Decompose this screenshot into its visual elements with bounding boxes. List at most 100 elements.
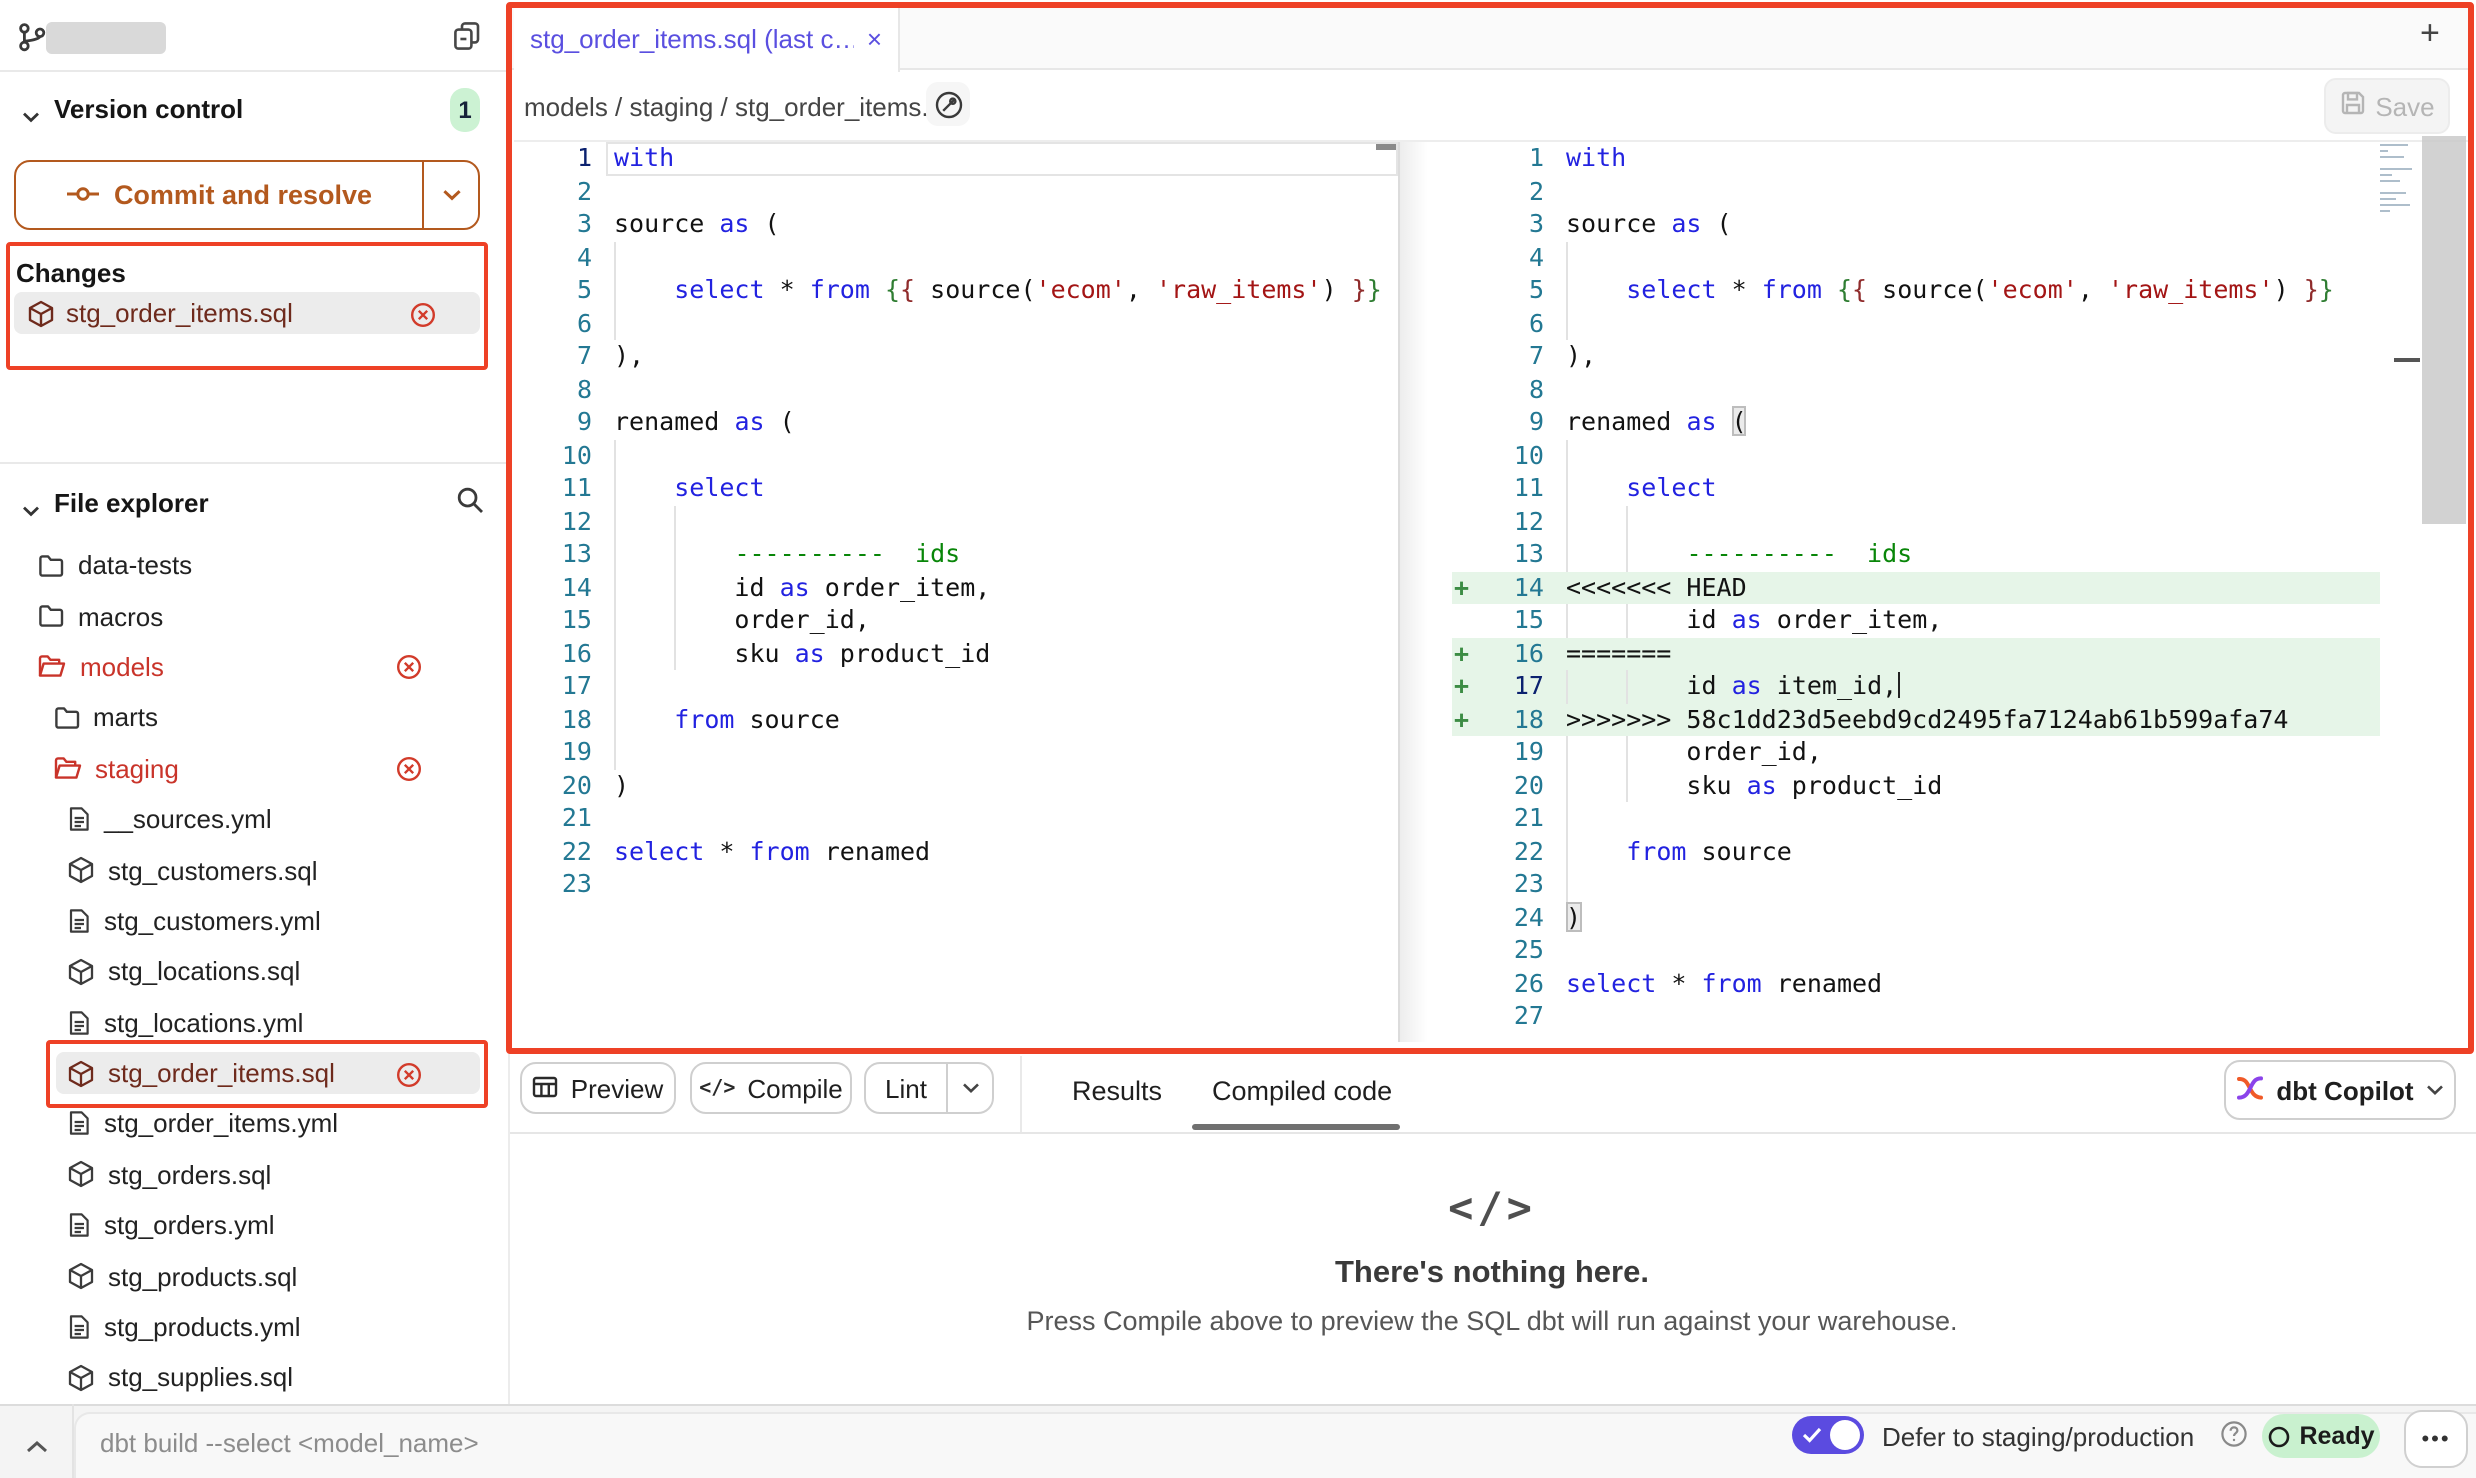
code-line[interactable]: +16=======: [1452, 637, 2380, 670]
file-row[interactable]: stg_locations.sql: [0, 946, 508, 997]
file-row[interactable]: models: [0, 642, 508, 693]
code-line[interactable]: 26select * from renamed: [1452, 967, 2380, 1000]
file-row[interactable]: stg_orders.yml: [0, 1200, 508, 1251]
search-icon[interactable]: [456, 486, 484, 524]
code-line[interactable]: 19 order_id,: [1452, 736, 2380, 769]
discard-change-icon[interactable]: [396, 655, 422, 687]
code-line[interactable]: +17 id as item_id,: [1452, 670, 2380, 703]
code-line[interactable]: 14 id as order_item,: [514, 571, 1398, 604]
more-options-button[interactable]: •••: [2404, 1410, 2468, 1468]
file-row[interactable]: __sources.yml: [0, 794, 508, 845]
left-scrollbar-thumb[interactable]: [1376, 144, 1396, 150]
code-line[interactable]: 15 id as order_item,: [1452, 604, 2380, 637]
preview-button[interactable]: Preview: [520, 1062, 676, 1114]
code-line[interactable]: 7),: [514, 340, 1398, 373]
help-icon[interactable]: [2220, 1420, 2248, 1458]
code-line[interactable]: 4: [1452, 241, 2380, 274]
code-line[interactable]: 3source as (: [1452, 208, 2380, 241]
defer-toggle[interactable]: [1792, 1416, 1864, 1454]
lint-button[interactable]: Lint: [864, 1062, 994, 1114]
file-row[interactable]: stg_products.sql: [0, 1251, 508, 1302]
file-row[interactable]: stg_customers.sql: [0, 845, 508, 896]
file-row[interactable]: stg_products.yml: [0, 1302, 508, 1353]
copy-icon[interactable]: [452, 20, 482, 62]
code-line[interactable]: 17: [514, 670, 1398, 703]
changed-file-row[interactable]: stg_order_items.sql: [14, 292, 480, 334]
file-row[interactable]: stg_orders.sql: [0, 1149, 508, 1200]
code-line[interactable]: 25: [1452, 934, 2380, 967]
chevron-up-icon[interactable]: [26, 1428, 48, 1464]
code-line[interactable]: 13 ---------- ids: [1452, 538, 2380, 571]
code-line[interactable]: 3source as (: [514, 208, 1398, 241]
code-line[interactable]: 20 sku as product_id: [1452, 769, 2380, 802]
lint-dropdown-button[interactable]: [946, 1064, 992, 1112]
code-line[interactable]: 15 order_id,: [514, 604, 1398, 637]
code-line[interactable]: 6: [1452, 307, 2380, 340]
file-row[interactable]: stg_locations.yml: [0, 997, 508, 1048]
code-line[interactable]: 13 ---------- ids: [514, 538, 1398, 571]
code-line[interactable]: 7),: [1452, 340, 2380, 373]
code-line[interactable]: 6: [514, 307, 1398, 340]
code-line[interactable]: 27: [1452, 1000, 2380, 1033]
code-line[interactable]: +14<<<<<<< HEAD: [1452, 571, 2380, 604]
tab-results[interactable]: Results: [1072, 1076, 1162, 1106]
file-row[interactable]: macros: [0, 591, 508, 642]
code-line[interactable]: 20): [514, 769, 1398, 802]
code-line[interactable]: 16 sku as product_id: [514, 637, 1398, 670]
file-row[interactable]: stg_supplies.sql: [0, 1353, 508, 1401]
code-line[interactable]: 22 from source: [1452, 835, 2380, 868]
code-line[interactable]: 9renamed as (: [1452, 406, 2380, 439]
code-line[interactable]: 12: [514, 505, 1398, 538]
code-line[interactable]: 4: [514, 241, 1398, 274]
breadcrumb[interactable]: models / staging / stg_order_items.sql: [524, 92, 962, 122]
code-line[interactable]: 1with: [514, 142, 1398, 175]
code-line[interactable]: 1with: [1452, 142, 2380, 175]
editor-pane-left[interactable]: 1with23source as (45 select * from {{ so…: [514, 142, 1398, 901]
file-row[interactable]: stg_customers.yml: [0, 895, 508, 946]
discard-change-icon[interactable]: [410, 301, 436, 337]
tab-close-icon[interactable]: ×: [867, 23, 882, 53]
chevron-down-icon[interactable]: [22, 492, 40, 528]
tab-compiled-code[interactable]: Compiled code: [1212, 1076, 1392, 1106]
commit-dropdown-button[interactable]: [422, 162, 478, 228]
file-row[interactable]: stg_order_items.yml: [0, 1099, 508, 1150]
status-badge-ready[interactable]: Ready: [2262, 1414, 2380, 1458]
code-line[interactable]: 23: [514, 868, 1398, 901]
new-tab-button[interactable]: +: [2420, 14, 2440, 54]
discard-change-icon[interactable]: [396, 757, 422, 789]
commit-and-resolve-button[interactable]: Commit and resolve: [14, 160, 480, 230]
code-line[interactable]: 2: [1452, 175, 2380, 208]
code-line[interactable]: 5 select * from {{ source('ecom', 'raw_i…: [514, 274, 1398, 307]
right-scrollbar-thumb[interactable]: [2422, 136, 2466, 524]
code-line[interactable]: 2: [514, 175, 1398, 208]
file-row[interactable]: data-tests: [0, 540, 508, 591]
code-line[interactable]: 8: [514, 373, 1398, 406]
code-line[interactable]: 9renamed as (: [514, 406, 1398, 439]
compile-button[interactable]: </> Compile: [690, 1062, 852, 1114]
code-line[interactable]: 8: [1452, 373, 2380, 406]
file-row[interactable]: staging: [0, 743, 508, 794]
code-line[interactable]: 22select * from renamed: [514, 835, 1398, 868]
chevron-down-icon[interactable]: [22, 98, 40, 134]
code-line[interactable]: 18 from source: [514, 703, 1398, 736]
code-line[interactable]: 23: [1452, 868, 2380, 901]
file-row[interactable]: stg_order_items.sql: [0, 1048, 508, 1099]
discard-change-icon[interactable]: [396, 1061, 422, 1093]
code-line[interactable]: 11 select: [1452, 472, 2380, 505]
code-line[interactable]: +18>>>>>>> 58c1dd23d5eebd9cd2495fa7124ab…: [1452, 703, 2380, 736]
file-row[interactable]: marts: [0, 692, 508, 743]
code-line[interactable]: 21: [1452, 802, 2380, 835]
code-line[interactable]: 5 select * from {{ source('ecom', 'raw_i…: [1452, 274, 2380, 307]
lineage-icon[interactable]: [926, 82, 970, 126]
code-line[interactable]: 10: [1452, 439, 2380, 472]
tab-stg-order-items[interactable]: stg_order_items.sql (last c… ×: [514, 4, 900, 72]
code-line[interactable]: 12: [1452, 505, 2380, 538]
dbt-copilot-button[interactable]: dbt Copilot: [2224, 1060, 2456, 1120]
code-line[interactable]: 11 select: [514, 472, 1398, 505]
code-line[interactable]: 21: [514, 802, 1398, 835]
save-button[interactable]: Save: [2324, 78, 2450, 134]
editor-pane-right[interactable]: 1with23source as (45 select * from {{ so…: [1400, 142, 2468, 1033]
code-line[interactable]: 10: [514, 439, 1398, 472]
code-line[interactable]: 24): [1452, 901, 2380, 934]
code-line[interactable]: 19: [514, 736, 1398, 769]
